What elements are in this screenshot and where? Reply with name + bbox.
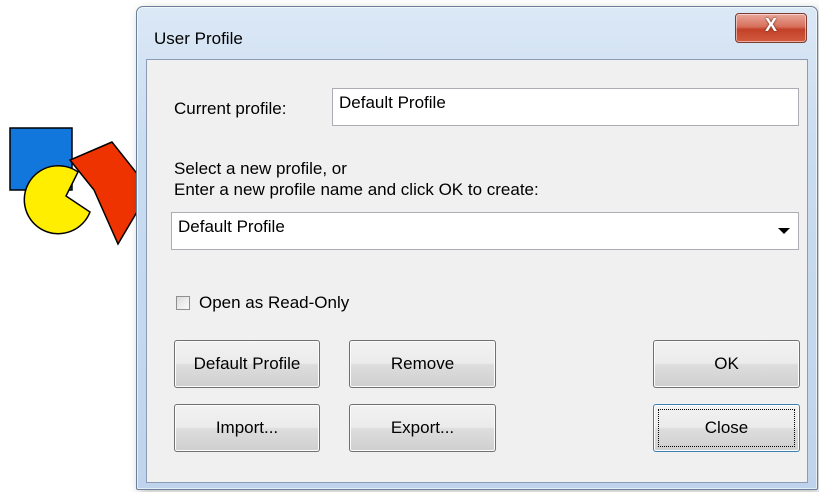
close-button[interactable]: Close [653, 404, 800, 452]
title-bar: User Profile X [137, 7, 817, 59]
remove-button[interactable]: Remove [349, 340, 496, 388]
current-profile-label: Current profile: [174, 99, 287, 118]
profile-combobox-value: Default Profile [178, 217, 285, 236]
default-profile-button[interactable]: Default Profile [174, 340, 320, 388]
current-profile-value: Default Profile [339, 93, 446, 112]
ok-button[interactable]: OK [653, 340, 800, 388]
dialog-body: Current profile: Default Profile Select … [146, 59, 808, 483]
read-only-checkbox[interactable] [176, 296, 190, 310]
chevron-down-icon[interactable] [778, 228, 790, 234]
close-window-button[interactable]: X [735, 13, 807, 43]
window-title: User Profile [154, 29, 243, 48]
close-icon: X [764, 15, 777, 35]
instruction-line-2: Enter a new profile name and click OK to… [174, 180, 539, 199]
user-profile-dialog: User Profile X Current profile: Default … [136, 6, 818, 490]
profile-combobox[interactable]: Default Profile [171, 212, 799, 250]
read-only-label[interactable]: Open as Read-Only [199, 293, 349, 313]
current-profile-field: Default Profile [332, 88, 799, 126]
instruction-line-1: Select a new profile, or [174, 159, 347, 178]
export-button[interactable]: Export... [349, 404, 496, 452]
import-button[interactable]: Import... [174, 404, 320, 452]
logo-yellow-pacman [23, 165, 91, 235]
